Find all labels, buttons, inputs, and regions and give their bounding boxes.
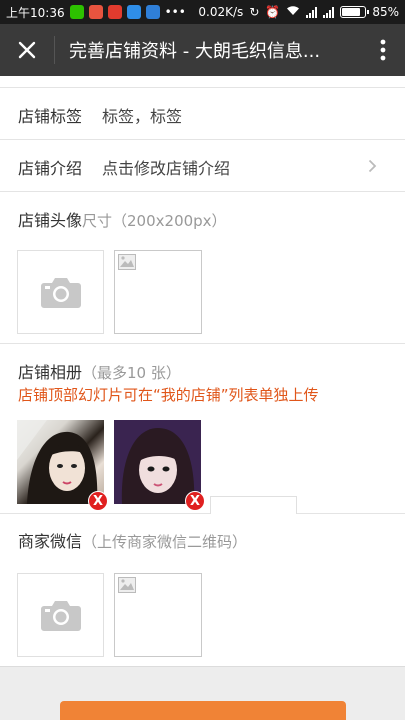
app-icon-blue2 (145, 5, 160, 19)
shop-avatar-label: 店铺头像 (18, 211, 83, 230)
bottom-action-bar (0, 666, 405, 720)
album-photo-1[interactable] (17, 420, 104, 504)
shop-album-label: 店铺相册 (18, 363, 83, 382)
avatar-upload-button[interactable] (17, 250, 104, 334)
album-photo-2[interactable] (114, 420, 201, 504)
shop-avatar-row: 店铺头像尺寸（200x200px） (0, 192, 405, 344)
net-speed: 0.02K/s (198, 5, 244, 19)
shop-album-hint: （最多10 张） (82, 364, 181, 382)
shop-tags-label: 店铺标签 (18, 107, 83, 126)
more-menu-button[interactable] (361, 24, 405, 76)
app-icon-red (88, 5, 103, 19)
wechat-icon (69, 5, 84, 19)
status-bar: 上午10:36 ••• 0.02K/s ↻ ⏰ 85% (0, 0, 405, 24)
merchant-wechat-label: 商家微信 (18, 532, 83, 551)
shop-tags-value[interactable]: 标签，标签 (102, 103, 182, 127)
status-time: 上午10:36 (6, 5, 65, 20)
app-icon-blue (126, 5, 141, 19)
form-content: 店铺标签 标签，标签 店铺介绍 点击修改店铺介绍 店铺头像尺寸（200x200p… (0, 76, 405, 666)
delete-photo-1-button[interactable]: X (88, 491, 108, 511)
page-title: 完善店铺资料 - 大朗毛织信息... (69, 41, 321, 62)
shop-intro-value[interactable]: 点击修改店铺介绍 (102, 155, 230, 179)
save-button[interactable] (60, 701, 346, 720)
album-warning-text: 店铺顶部幻灯片可在“我的店铺”列表单独上传 (18, 386, 319, 404)
wechat-qr-upload-button[interactable] (17, 573, 104, 657)
delete-photo-2-label: X (189, 493, 201, 509)
status-left: 上午10:36 ••• (6, 4, 186, 21)
close-button[interactable] (0, 24, 54, 76)
signal-icon (306, 6, 318, 18)
camera-icon (40, 278, 81, 308)
shop-avatar-hint: 尺寸（200x200px） (82, 212, 227, 230)
shop-album-row: 店铺相册（最多10 张） 店铺顶部幻灯片可在“我的店铺”列表单独上传 X X (0, 344, 405, 580)
album-photo-1-image (17, 420, 98, 504)
merchant-wechat-row: 商家微信（上传商家微信二维码） (0, 514, 405, 666)
title-bar: 完善店铺资料 - 大朗毛织信息... (0, 24, 405, 76)
status-right: 0.02K/s ↻ ⏰ 85% (198, 5, 399, 19)
battery-text: 85% (372, 5, 399, 19)
wifi-icon (286, 5, 300, 19)
broken-image-icon (118, 577, 136, 593)
more-dots-icon: ••• (164, 5, 186, 19)
merchant-wechat-label-group: 商家微信（上传商家微信二维码） (18, 528, 247, 552)
shop-intro-label: 店铺介绍 (18, 159, 83, 178)
broken-image-icon (118, 254, 136, 270)
top-divider-row (0, 76, 405, 88)
merchant-wechat-hint: （上传商家微信二维码） (82, 533, 248, 551)
signal-icon-2 (323, 6, 335, 18)
album-photo-2-image (114, 420, 201, 504)
close-icon (18, 41, 36, 59)
camera-icon (40, 601, 81, 631)
chevron-right-icon (368, 159, 377, 173)
sync-icon: ↻ (249, 5, 260, 19)
shop-avatar-label-group: 店铺头像尺寸（200x200px） (18, 207, 227, 231)
shop-intro-row[interactable]: 店铺介绍 点击修改店铺介绍 (0, 140, 405, 192)
battery-icon (340, 6, 370, 18)
shop-tags-row[interactable]: 店铺标签 标签，标签 (0, 88, 405, 140)
delete-photo-2-button[interactable]: X (185, 491, 205, 511)
shop-album-label-group: 店铺相册（最多10 张） (18, 359, 181, 383)
alarm-icon: ⏰ (265, 5, 281, 19)
wechat-qr-preview-image (114, 573, 202, 657)
avatar-preview-image (114, 250, 202, 334)
delete-photo-1-label: X (92, 493, 104, 509)
more-vert-icon (380, 39, 386, 61)
app-icon-red2 (107, 5, 122, 19)
